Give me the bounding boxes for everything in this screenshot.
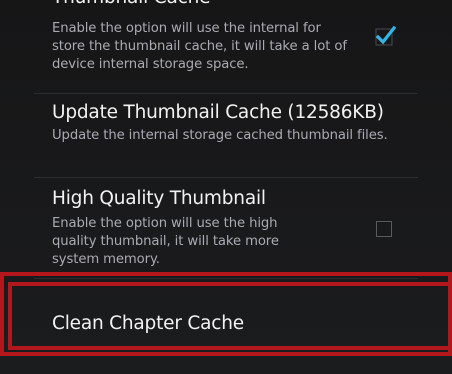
clean-chapter-cache-setting[interactable]: Clean Chapter Cache: [0, 279, 452, 359]
high-quality-thumbnail-setting[interactable]: High Quality Thumbnail Enable the option…: [0, 178, 452, 276]
thumbnail-cache-summary: Enable the option will use the internal …: [52, 21, 347, 72]
thumbnail-cache-checkbox[interactable]: [375, 25, 397, 46]
thumbnail-cache-title: Thumbnail Cache: [52, 0, 210, 10]
update-thumbnail-cache-setting[interactable]: Update Thumbnail Cache (12586KB) Update …: [0, 94, 452, 174]
checkmark-icon: [375, 25, 397, 46]
update-thumbnail-cache-title: Update Thumbnail Cache (12586KB): [52, 102, 384, 123]
clean-chapter-cache-title: Clean Chapter Cache: [52, 313, 244, 334]
thumbnail-cache-setting[interactable]: Thumbnail Cache Enable the option will u…: [0, 0, 452, 92]
high-quality-thumbnail-title: High Quality Thumbnail: [52, 188, 266, 209]
high-quality-thumbnail-summary: Enable the option will use the high qual…: [52, 216, 279, 267]
high-quality-thumbnail-checkbox[interactable]: [376, 221, 392, 237]
settings-list: Thumbnail Cache Enable the option will u…: [0, 0, 452, 374]
update-thumbnail-cache-summary: Update the internal storage cached thumb…: [52, 128, 388, 143]
